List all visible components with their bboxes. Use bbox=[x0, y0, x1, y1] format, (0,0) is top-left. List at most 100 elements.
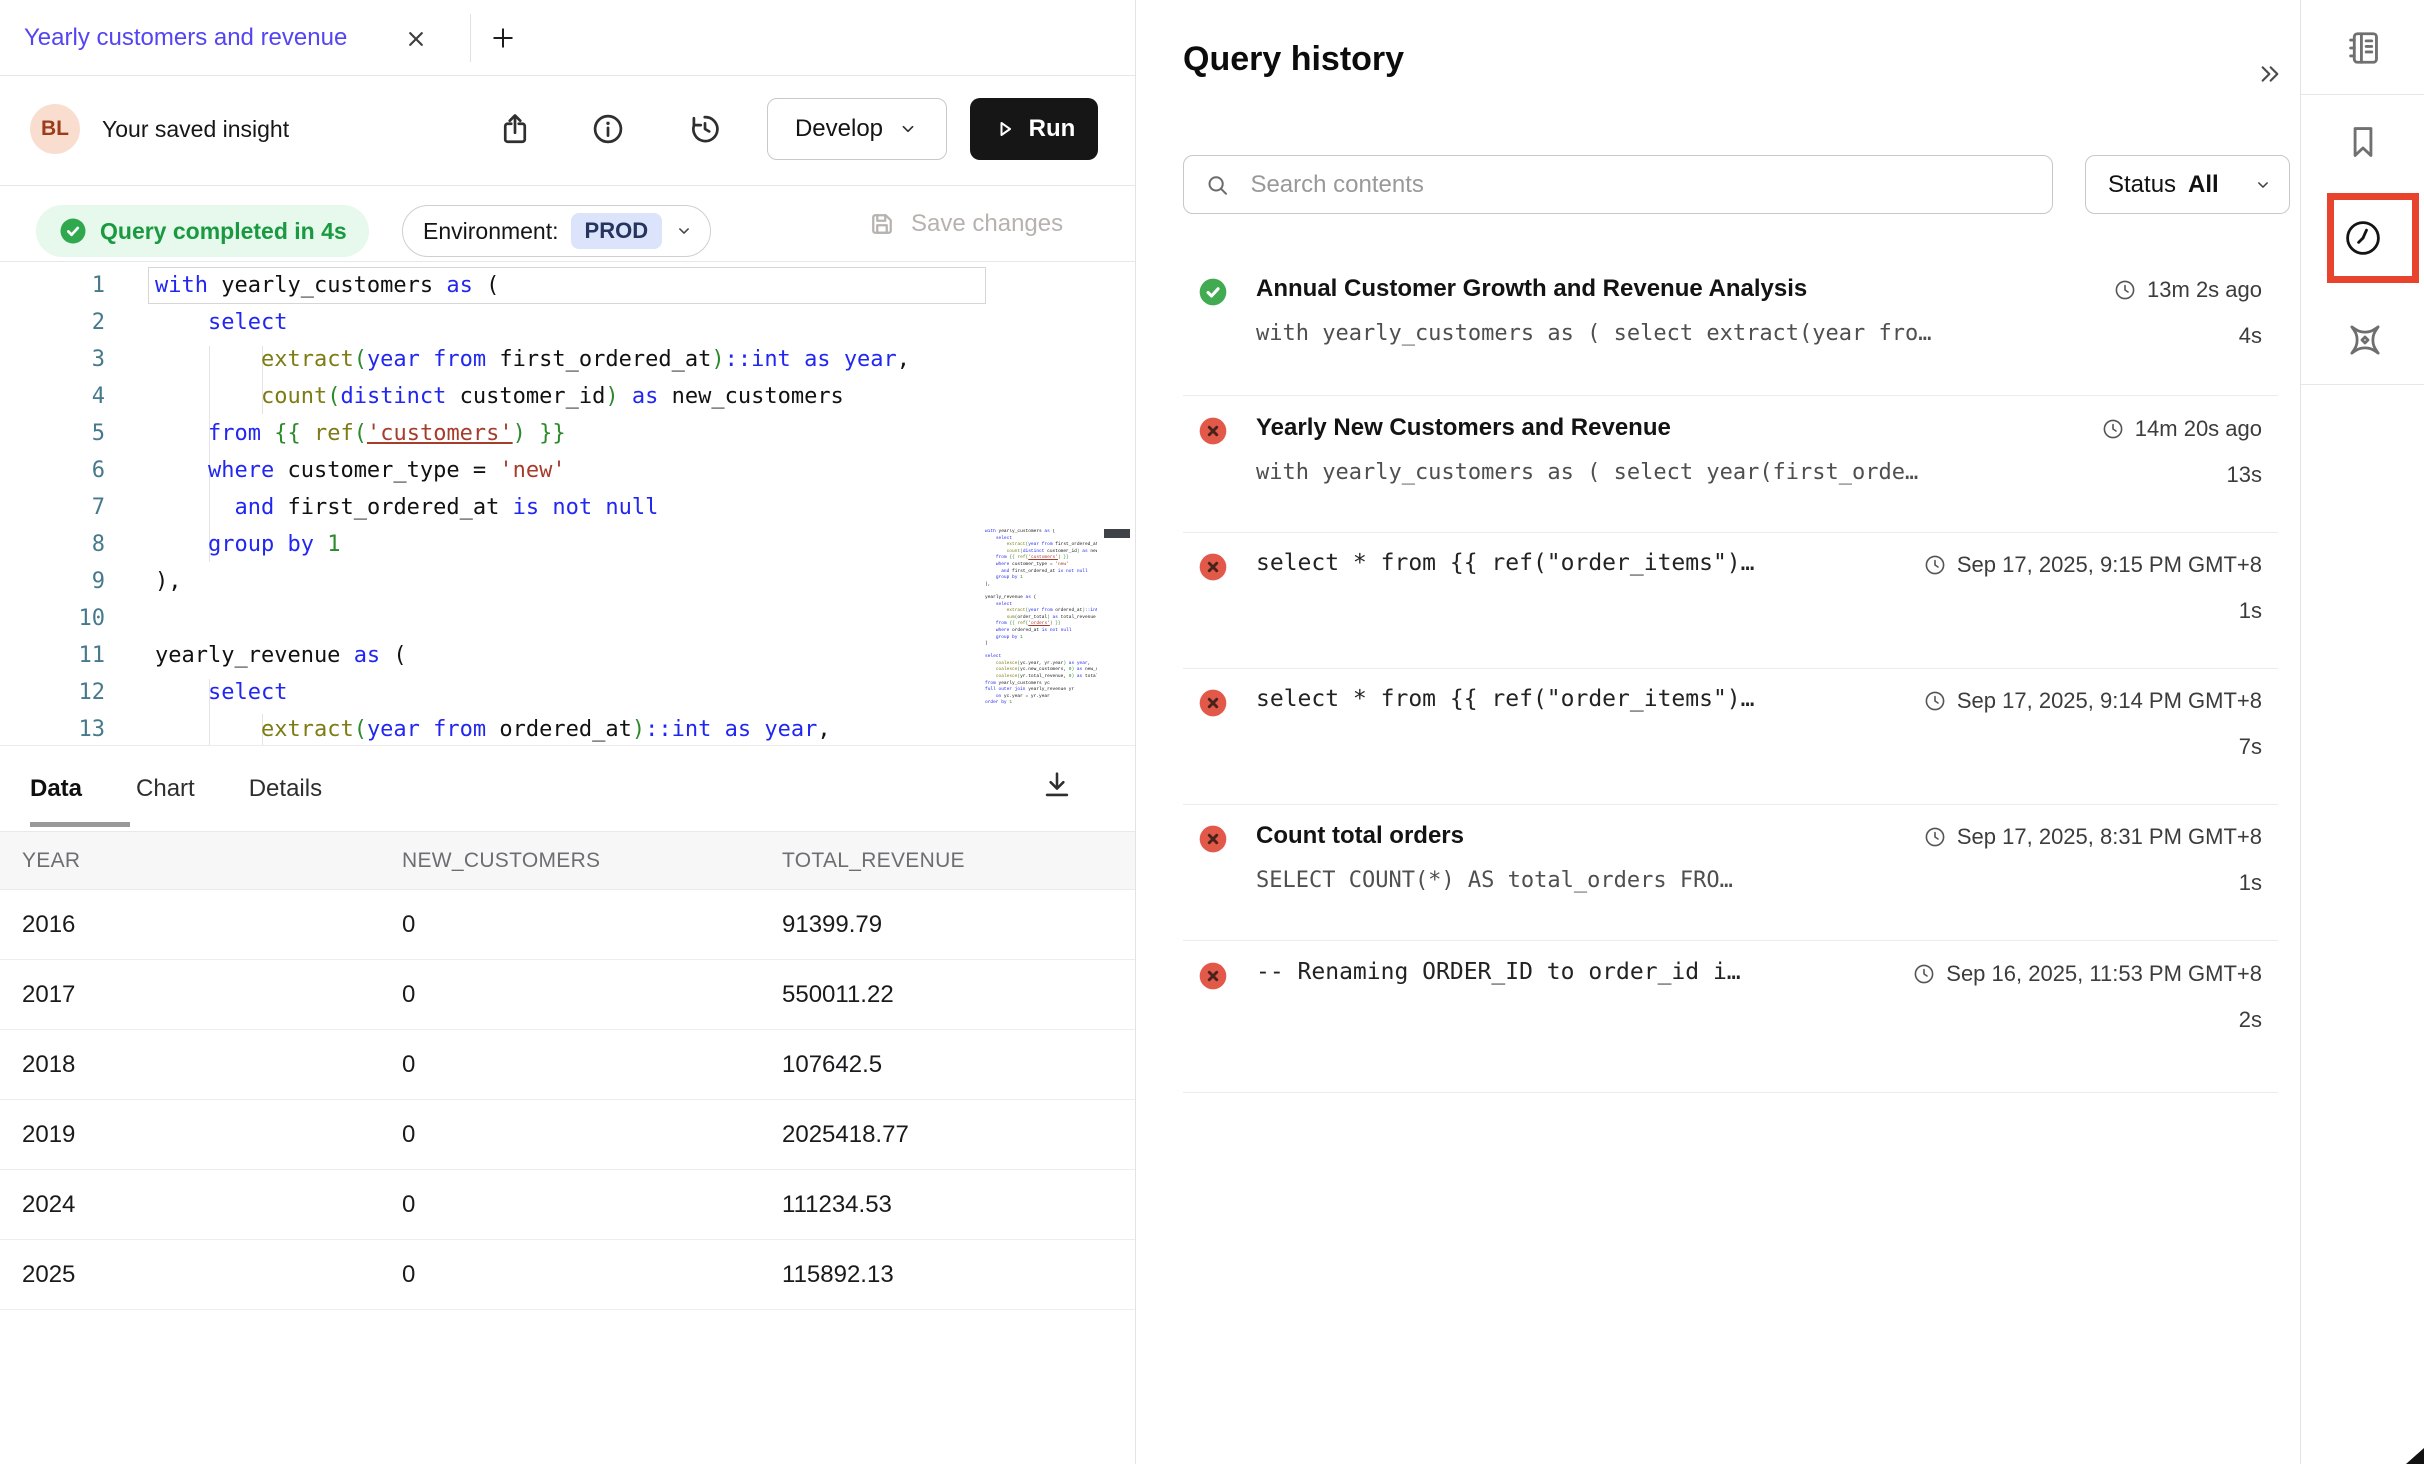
save-changes-button[interactable]: Save changes bbox=[867, 198, 1063, 250]
error-icon bbox=[1197, 687, 1229, 719]
query-timestamp-text: 14m 20s ago bbox=[2135, 416, 2262, 442]
insight-title: Your saved insight bbox=[102, 76, 289, 182]
environment-selector[interactable]: Environment: PROD bbox=[402, 205, 711, 257]
query-history-item[interactable]: Yearly New Customers and Revenue with ye… bbox=[1136, 412, 2300, 532]
document-header: BL Your saved insight Develop Run bbox=[0, 76, 1135, 186]
query-timestamp-text: Sep 17, 2025, 9:15 PM GMT+8 bbox=[1957, 552, 2262, 578]
line-number: 7 bbox=[0, 489, 105, 526]
line-number: 9 bbox=[0, 563, 105, 600]
download-results-icon[interactable] bbox=[1040, 768, 1074, 802]
query-timestamp: Sep 16, 2025, 11:53 PM GMT+8 bbox=[1912, 961, 2262, 987]
sql-code-editor[interactable]: 12345678910111213 with yearly_customers … bbox=[0, 262, 1135, 745]
notebook-icon[interactable] bbox=[2344, 29, 2382, 67]
query-history-item[interactable]: Annual Customer Growth and Revenue Analy… bbox=[1136, 273, 2300, 393]
table-cell: 0 bbox=[402, 960, 415, 1030]
results-tab-details[interactable]: Details bbox=[249, 775, 322, 803]
close-tab-icon[interactable] bbox=[402, 25, 430, 53]
query-duration: 1s bbox=[2239, 598, 2262, 624]
table-cell: 111234.53 bbox=[782, 1170, 892, 1240]
query-duration: 7s bbox=[2239, 734, 2262, 760]
run-button[interactable]: Run bbox=[970, 98, 1098, 160]
table-cell: 2016 bbox=[22, 890, 75, 960]
info-icon[interactable] bbox=[590, 111, 626, 147]
share-icon[interactable] bbox=[497, 111, 533, 147]
query-duration: 2s bbox=[2239, 1007, 2262, 1033]
save-icon bbox=[867, 209, 897, 239]
panel-title: Query history bbox=[1183, 40, 1404, 79]
line-number: 10 bbox=[0, 600, 105, 637]
table-row[interactable]: 2016091399.79 bbox=[0, 890, 1135, 960]
line-number: 8 bbox=[0, 526, 105, 563]
query-history-item[interactable]: -- Renaming ORDER_ID to order_id i… Sep … bbox=[1136, 957, 2300, 1077]
table-cell: 2024 bbox=[22, 1170, 75, 1240]
table-cell: 0 bbox=[402, 1030, 415, 1100]
success-icon bbox=[1197, 276, 1229, 308]
version-history-icon[interactable] bbox=[687, 111, 723, 147]
code-content[interactable]: with yearly_customers as ( select extrac… bbox=[155, 267, 983, 745]
query-history-panel: Query history Status All Annual Customer… bbox=[1136, 0, 2300, 1464]
tab-yearly-customers-and-revenue[interactable]: Yearly customers and revenue bbox=[24, 0, 347, 76]
table-row[interactable]: 20170550011.22 bbox=[0, 960, 1135, 1030]
status-row: Query completed in 4s Environment: PROD … bbox=[0, 186, 1135, 262]
editor-minimap[interactable]: with yearly_customers as ( select extrac… bbox=[985, 529, 1097, 739]
tab-divider bbox=[470, 14, 471, 62]
right-icon-sidebar bbox=[2300, 0, 2424, 1464]
list-divider bbox=[1183, 532, 2278, 533]
table-row[interactable]: 2019 0 2025418.77 bbox=[0, 1100, 1135, 1170]
clock-icon bbox=[1912, 962, 1936, 986]
query-title: Annual Customer Growth and Revenue Analy… bbox=[1256, 275, 1807, 303]
environment-value-chip: PROD bbox=[571, 213, 663, 249]
query-status-badge: Query completed in 4s bbox=[36, 205, 369, 257]
table-row[interactable]: 20180107642.5 bbox=[0, 1030, 1135, 1100]
query-timestamp-text: Sep 17, 2025, 8:31 PM GMT+8 bbox=[1957, 824, 2262, 850]
table-row[interactable]: 20250115892.13 bbox=[0, 1240, 1135, 1310]
dbt-icon[interactable] bbox=[2344, 319, 2382, 357]
results-tab-bar: Data Chart Details bbox=[0, 745, 1135, 832]
editor-scrollbar-thumb[interactable] bbox=[1104, 529, 1130, 538]
error-icon bbox=[1197, 823, 1229, 855]
clock-icon bbox=[1923, 825, 1947, 849]
table-cell: 0 bbox=[402, 1170, 415, 1240]
search-box[interactable] bbox=[1183, 155, 2053, 214]
develop-button[interactable]: Develop bbox=[767, 98, 947, 160]
cursor-artifact bbox=[2406, 1448, 2424, 1464]
chevron-down-icon bbox=[2253, 175, 2273, 195]
results-tab-data[interactable]: Data bbox=[30, 775, 82, 803]
query-snippet: with yearly_customers as ( select year(f… bbox=[1256, 460, 1918, 485]
query-timestamp: 14m 20s ago bbox=[2101, 416, 2262, 442]
query-history-icon[interactable] bbox=[2342, 217, 2384, 259]
query-title: Count total orders bbox=[1256, 822, 1464, 850]
table-cell: 2019 bbox=[22, 1100, 75, 1170]
query-timestamp: Sep 17, 2025, 9:14 PM GMT+8 bbox=[1923, 688, 2262, 714]
results-tab-chart[interactable]: Chart bbox=[136, 775, 195, 803]
table-cell: 115892.13 bbox=[782, 1240, 894, 1310]
line-number: 1 bbox=[0, 267, 105, 304]
avatar[interactable]: BL bbox=[30, 104, 80, 154]
search-input[interactable] bbox=[1250, 171, 2032, 199]
query-duration: 13s bbox=[2227, 462, 2262, 488]
chevron-down-icon bbox=[897, 118, 919, 140]
clock-icon bbox=[2101, 417, 2125, 441]
status-filter-dropdown[interactable]: Status All bbox=[2085, 155, 2290, 214]
sidebar-divider bbox=[2301, 384, 2424, 385]
query-duration: 1s bbox=[2239, 870, 2262, 896]
query-history-item[interactable]: select * from {{ ref("order_items")… Sep… bbox=[1136, 684, 2300, 804]
table-row[interactable]: 2024 0 111234.53 bbox=[0, 1170, 1135, 1240]
query-history-item[interactable]: select * from {{ ref("order_items")… Sep… bbox=[1136, 548, 2300, 668]
query-history-item[interactable]: Count total orders SELECT COUNT(*) AS to… bbox=[1136, 820, 2300, 940]
new-tab-icon[interactable] bbox=[488, 23, 518, 53]
tab-bar: Yearly customers and revenue bbox=[0, 0, 1135, 76]
query-timestamp-text: 13m 2s ago bbox=[2147, 277, 2262, 303]
column-header: TOTAL_REVENUE bbox=[782, 832, 965, 890]
active-tab-underline bbox=[30, 822, 130, 827]
bookmark-icon[interactable] bbox=[2344, 123, 2382, 161]
query-timestamp: Sep 17, 2025, 8:31 PM GMT+8 bbox=[1923, 824, 2262, 850]
table-cell: 2025418.77 bbox=[782, 1100, 909, 1170]
results-table-header: YEARNEW_CUSTOMERSTOTAL_REVENUE bbox=[0, 832, 1135, 890]
results-table-body: 2016091399.7920170550011.2220180107642.5… bbox=[0, 890, 1135, 1310]
app-root: Yearly customers and revenue BL Your sav… bbox=[0, 0, 2424, 1464]
query-title: select * from {{ ref("order_items")… bbox=[1256, 550, 1755, 576]
collapse-panel-icon[interactable] bbox=[2254, 58, 2286, 90]
environment-label: Environment: bbox=[423, 218, 559, 245]
table-cell: 0 bbox=[402, 1100, 415, 1170]
